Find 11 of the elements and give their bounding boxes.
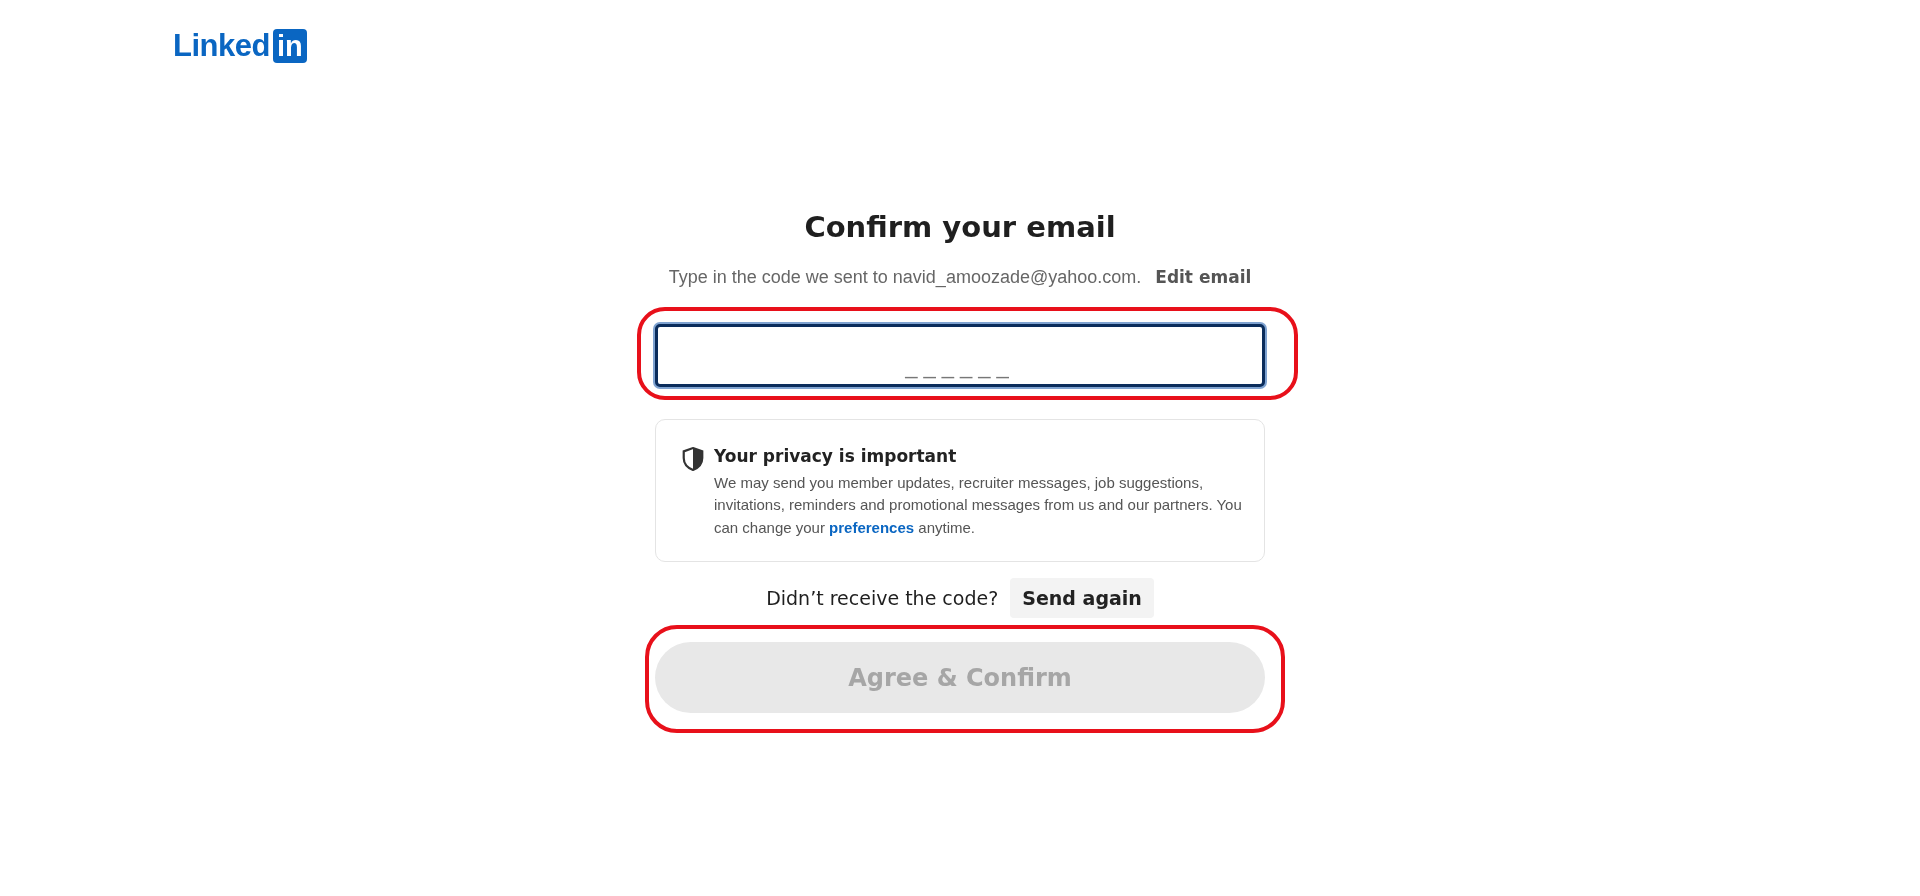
send-again-button[interactable]: Send again [1010,578,1154,619]
linkedin-logo[interactable]: Linked in [173,28,307,64]
preferences-link[interactable]: preferences [829,518,915,536]
privacy-text: We may send you member updates, recruiter messages, job suggestions, invitations, reminders and promotional messages from us and our partners. You can change your preferences anytime. [714,472,1243,538]
instruction-text: Type in the code we sent to navid_amoozade@yahoo.com. [668,266,1142,288]
page-heading: Confirm your email [804,210,1116,245]
privacy-title: Your privacy is important [714,445,958,466]
shield-icon [682,446,704,471]
resend-prompt: Didn’t receive the code? [766,587,999,610]
code-input-field[interactable]: ______ [655,323,1265,387]
edit-email-link[interactable]: Edit email [1155,266,1252,288]
